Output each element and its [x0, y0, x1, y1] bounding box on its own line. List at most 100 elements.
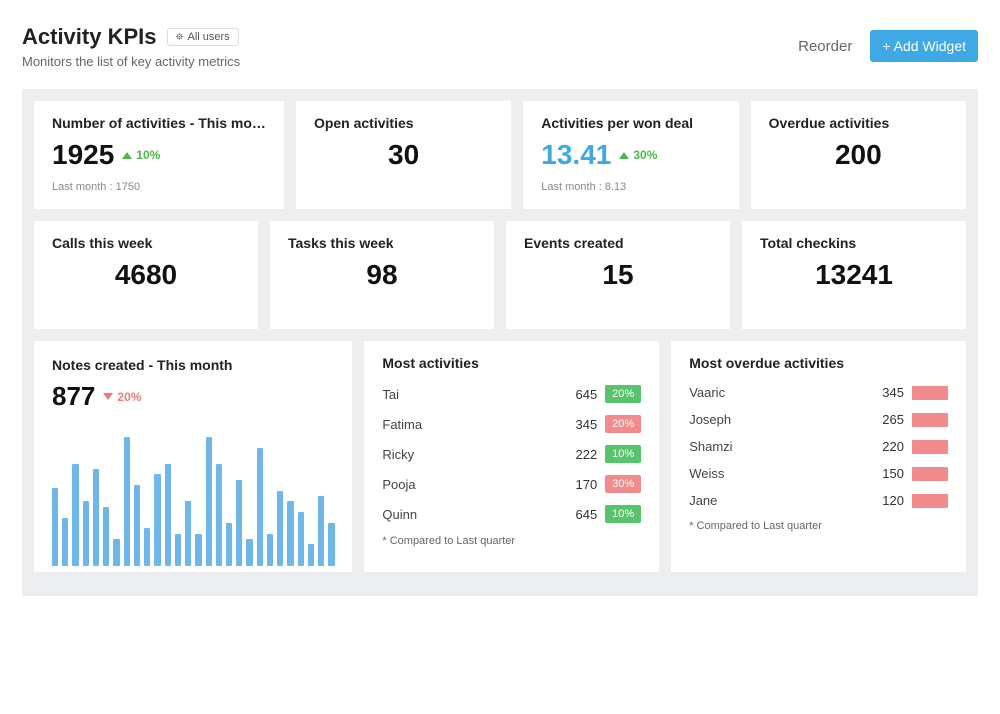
- chart-bar: [103, 507, 109, 566]
- card-calls-week[interactable]: Calls this week 4680: [34, 221, 258, 329]
- chart-bar: [195, 534, 201, 566]
- rank-row: Joseph265: [689, 406, 948, 433]
- pct-badge: 30%: [605, 475, 641, 493]
- metric-value: 30: [314, 139, 493, 171]
- pct-badge: 20%: [605, 385, 641, 403]
- chart-bar: [93, 469, 99, 566]
- card-overdue[interactable]: Overdue activities 200: [751, 101, 966, 209]
- delta-up: 30%: [619, 148, 657, 162]
- chart-bar: [165, 464, 171, 566]
- metric-value: 15: [524, 259, 712, 291]
- card-num-activities[interactable]: Number of activities - This mo… 1925 10%…: [34, 101, 284, 209]
- card-notes-created[interactable]: Notes created - This month 877 20%: [34, 341, 352, 572]
- rank-name: Jane: [689, 493, 860, 508]
- chart-bar: [226, 523, 232, 566]
- add-widget-button[interactable]: + Add Widget: [870, 30, 978, 62]
- chart-bar: [318, 496, 324, 566]
- card-title: Tasks this week: [288, 235, 476, 251]
- chart-bar: [246, 539, 252, 566]
- chart-bar: [144, 528, 150, 566]
- bar-chip: [912, 467, 948, 481]
- card-title: Activities per won deal: [541, 115, 720, 131]
- triangle-up-icon: [619, 152, 629, 159]
- chart-bar: [236, 480, 242, 566]
- delta-up: 10%: [122, 148, 160, 162]
- rank-row: Tai645 20%: [382, 379, 641, 409]
- bar-chip: [912, 494, 948, 508]
- rank-name: Quinn: [382, 507, 553, 522]
- card-most-overdue[interactable]: Most overdue activities Vaaric345Joseph2…: [671, 341, 966, 572]
- rank-value: 170: [553, 477, 597, 492]
- rank-row: Quinn645 10%: [382, 499, 641, 529]
- rank-value: 220: [860, 439, 904, 454]
- rank-name: Pooja: [382, 477, 553, 492]
- chart-bar: [277, 491, 283, 566]
- card-title: Most overdue activities: [689, 355, 948, 371]
- page-title: Activity KPIs: [22, 24, 157, 50]
- chart-bar: [287, 501, 293, 566]
- chart-bar: [113, 539, 119, 566]
- footnote: Compared to Last quarter: [689, 520, 948, 532]
- chart-bar: [257, 448, 263, 566]
- pct-badge: 20%: [605, 415, 641, 433]
- rank-row: Fatima345 20%: [382, 409, 641, 439]
- rank-value: 265: [860, 412, 904, 427]
- card-events-created[interactable]: Events created 15: [506, 221, 730, 329]
- rank-row: Jane120: [689, 487, 948, 514]
- card-per-won-deal[interactable]: Activities per won deal 13.41 30% Last m…: [523, 101, 738, 209]
- card-most-activities[interactable]: Most activities Tai64520%Fatima34520%Ric…: [364, 341, 659, 572]
- chart-bar: [154, 474, 160, 566]
- rank-row: Pooja170 30%: [382, 469, 641, 499]
- footnote: Compared to Last quarter: [382, 535, 641, 547]
- pct-badge: 10%: [605, 445, 641, 463]
- card-open-activities[interactable]: Open activities 30: [296, 101, 511, 209]
- rank-value: 150: [860, 466, 904, 481]
- card-title: Number of activities - This mo…: [52, 115, 266, 131]
- delta-value: 30%: [633, 148, 657, 162]
- rank-name: Tai: [382, 387, 553, 402]
- card-title: Calls this week: [52, 235, 240, 251]
- card-title: Events created: [524, 235, 712, 251]
- bar-chip: [912, 413, 948, 427]
- chart-bar: [83, 501, 89, 566]
- metric-value: 4680: [52, 259, 240, 291]
- filter-all-users[interactable]: ⛯ All users: [167, 28, 239, 46]
- metric-value: 877: [52, 381, 95, 412]
- previous-value: Last month : 1750: [52, 181, 266, 193]
- rank-row: Weiss150: [689, 460, 948, 487]
- bar-chip: [912, 440, 948, 454]
- previous-value: Last month : 8.13: [541, 181, 720, 193]
- rank-value: 345: [553, 417, 597, 432]
- rank-value: 120: [860, 493, 904, 508]
- chart-bar: [124, 437, 130, 566]
- rank-name: Fatima: [382, 417, 553, 432]
- rank-row: Shamzi220: [689, 433, 948, 460]
- chart-bar: [328, 523, 334, 566]
- rank-row: Ricky22210%: [382, 439, 641, 469]
- rank-name: Joseph: [689, 412, 860, 427]
- metric-value: 1925: [52, 139, 114, 171]
- rank-name: Vaaric: [689, 385, 860, 400]
- chart-bar: [134, 485, 140, 566]
- triangle-up-icon: [122, 152, 132, 159]
- chart-bar: [298, 512, 304, 566]
- reorder-button[interactable]: Reorder: [798, 38, 852, 55]
- chart-bar: [308, 544, 314, 566]
- card-title: Most activities: [382, 355, 641, 371]
- chart-bar: [185, 501, 191, 566]
- delta-value: 10%: [136, 148, 160, 162]
- rank-value: 345: [860, 385, 904, 400]
- rank-value: 645: [553, 507, 597, 522]
- metric-value: 200: [769, 139, 948, 171]
- chart-bar: [216, 464, 222, 566]
- chart-bar: [175, 534, 181, 566]
- rank-name: Shamzi: [689, 439, 860, 454]
- pct-badge: 10%: [605, 505, 641, 523]
- card-total-checkins[interactable]: Total checkins 13241: [742, 221, 966, 329]
- metric-value: 13.41: [541, 139, 611, 171]
- card-tasks-week[interactable]: Tasks this week 98: [270, 221, 494, 329]
- card-title: Notes created - This month: [52, 357, 334, 373]
- rank-value: 645: [553, 387, 597, 402]
- delta-down: 20%: [103, 390, 141, 404]
- card-title: Total checkins: [760, 235, 948, 251]
